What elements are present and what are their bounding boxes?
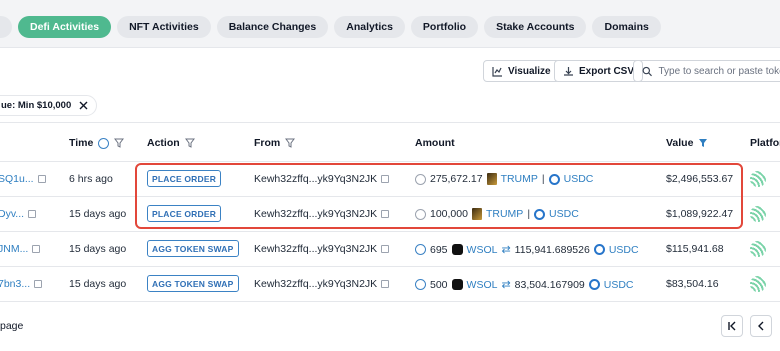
tab-defi-activities[interactable]: Defi Activities bbox=[18, 16, 112, 38]
from-address[interactable]: Kewh32zffq...yk9Yq3N2JK bbox=[254, 243, 377, 255]
token-link[interactable]: WSOL bbox=[467, 244, 498, 256]
chart-icon bbox=[492, 66, 502, 77]
success-icon bbox=[415, 244, 426, 255]
copy-icon[interactable] bbox=[381, 245, 390, 253]
column-amount-label: Amount bbox=[415, 137, 455, 149]
signature-cell[interactable]: Dyv... bbox=[0, 208, 37, 220]
usdc-token-icon bbox=[588, 279, 600, 290]
visualize-label: Visualize bbox=[508, 65, 551, 77]
column-action-label: Action bbox=[147, 137, 180, 149]
page-size-label: page bbox=[0, 320, 24, 332]
value-cell: $115,941.68 bbox=[666, 243, 724, 255]
search-icon bbox=[642, 66, 652, 76]
tab-domains[interactable]: Domains bbox=[592, 16, 661, 38]
funnel-active-icon[interactable] bbox=[698, 138, 708, 148]
copy-icon[interactable] bbox=[37, 175, 46, 183]
column-from-label: From bbox=[254, 137, 281, 149]
time-cell: 15 days ago bbox=[69, 208, 127, 220]
signature-link[interactable]: JNM... bbox=[0, 243, 28, 255]
amount-value: 695 bbox=[430, 243, 448, 256]
value-cell: $83,504.16 bbox=[666, 278, 719, 290]
chevron-left-icon bbox=[758, 321, 764, 331]
column-time[interactable]: Time bbox=[69, 137, 125, 149]
amount-value: 500 bbox=[430, 278, 448, 291]
column-time-label: Time bbox=[69, 137, 94, 149]
amount-cell: 500 WSOL ⇄ 83,504.167909 USDC bbox=[415, 278, 634, 291]
funnel-icon[interactable] bbox=[114, 138, 125, 148]
table-row: 7bn3... 15 days ago AGG TOKEN SWAP Kewh3… bbox=[0, 267, 780, 302]
amount-value: 115,941.689526 bbox=[514, 243, 590, 256]
token-link[interactable]: WSOL bbox=[467, 279, 498, 291]
tab-stake-accounts[interactable]: Stake Accounts bbox=[484, 16, 587, 38]
amount-cell: 695 WSOL ⇄ 115,941.689526 USDC bbox=[415, 243, 639, 256]
wsol-token-icon bbox=[451, 279, 463, 290]
signature-cell[interactable]: 7bn3... bbox=[0, 278, 43, 290]
download-icon bbox=[564, 66, 573, 76]
tab-nft-activities[interactable]: NFT Activities bbox=[117, 16, 211, 38]
time-cell: 6 hrs ago bbox=[69, 173, 113, 185]
from-cell: Kewh32zffq...yk9Yq3N2JK bbox=[254, 278, 390, 290]
platform-icon[interactable] bbox=[750, 241, 766, 257]
signature-cell[interactable]: SQ1u... bbox=[0, 173, 46, 185]
action-badge: AGG TOKEN SWAP bbox=[147, 240, 239, 257]
visualize-button[interactable]: Visualize bbox=[483, 60, 560, 82]
export-csv-label: Export CSV bbox=[579, 65, 635, 77]
tab-balance-changes[interactable]: Balance Changes bbox=[216, 16, 329, 38]
column-value-label: Value bbox=[666, 137, 694, 149]
token-link[interactable]: USDC bbox=[604, 279, 634, 291]
signature-cell[interactable]: JNM... bbox=[0, 243, 41, 255]
swap-arrows-icon: ⇄ bbox=[501, 279, 511, 291]
success-icon bbox=[415, 279, 426, 290]
tab-analytics[interactable]: Analytics bbox=[334, 16, 405, 38]
copy-icon[interactable] bbox=[381, 280, 390, 288]
copy-icon[interactable] bbox=[28, 210, 37, 218]
first-page-icon bbox=[728, 321, 736, 331]
first-page-button[interactable] bbox=[721, 315, 743, 337]
highlight-box bbox=[135, 163, 743, 229]
platform-icon[interactable] bbox=[750, 171, 766, 187]
search-input[interactable] bbox=[658, 65, 780, 77]
time-cell: 15 days ago bbox=[69, 278, 127, 290]
funnel-icon[interactable] bbox=[285, 138, 296, 148]
column-from[interactable]: From bbox=[254, 137, 296, 149]
column-value[interactable]: Value bbox=[666, 137, 708, 149]
wsol-token-icon bbox=[451, 244, 463, 255]
copy-icon[interactable] bbox=[32, 245, 41, 253]
close-icon[interactable] bbox=[79, 101, 88, 110]
table-row: JNM... 15 days ago AGG TOKEN SWAP Kewh32… bbox=[0, 232, 780, 267]
table-header: Time Action From Amount Value Platfor bbox=[0, 122, 780, 162]
platform-icon[interactable] bbox=[750, 206, 766, 222]
action-badge: AGG TOKEN SWAP bbox=[147, 275, 239, 292]
from-cell: Kewh32zffq...yk9Yq3N2JK bbox=[254, 243, 390, 255]
funnel-icon[interactable] bbox=[184, 138, 195, 148]
amount-value: 83,504.167909 bbox=[514, 278, 585, 291]
column-platform: Platfor bbox=[750, 137, 780, 149]
clock-icon[interactable] bbox=[98, 137, 110, 149]
filter-chip-label: ue: Min $10,000 bbox=[1, 100, 72, 111]
swap-arrows-icon: ⇄ bbox=[501, 244, 511, 256]
tab-portfolio[interactable]: Portfolio bbox=[410, 16, 479, 38]
previous-page-button[interactable] bbox=[750, 315, 772, 337]
usdc-token-icon bbox=[593, 244, 605, 255]
column-platform-label: Platfor bbox=[750, 137, 780, 149]
from-address[interactable]: Kewh32zffq...yk9Yq3N2JK bbox=[254, 278, 377, 290]
column-amount: Amount bbox=[415, 137, 455, 149]
export-csv-button[interactable]: Export CSV bbox=[554, 60, 644, 82]
signature-link[interactable]: SQ1u... bbox=[0, 173, 34, 185]
token-link[interactable]: USDC bbox=[609, 244, 639, 256]
platform-icon[interactable] bbox=[750, 276, 766, 292]
tab-bar: Defi Activities NFT Activities Balance C… bbox=[0, 16, 661, 38]
copy-icon[interactable] bbox=[34, 280, 43, 288]
signature-link[interactable]: 7bn3... bbox=[0, 278, 30, 290]
filter-chip[interactable]: ue: Min $10,000 bbox=[0, 95, 98, 116]
time-cell: 15 days ago bbox=[69, 243, 127, 255]
column-action[interactable]: Action bbox=[147, 137, 195, 149]
tab-partial[interactable] bbox=[0, 16, 12, 38]
signature-link[interactable]: Dyv... bbox=[0, 208, 24, 220]
search-box[interactable] bbox=[633, 60, 780, 82]
